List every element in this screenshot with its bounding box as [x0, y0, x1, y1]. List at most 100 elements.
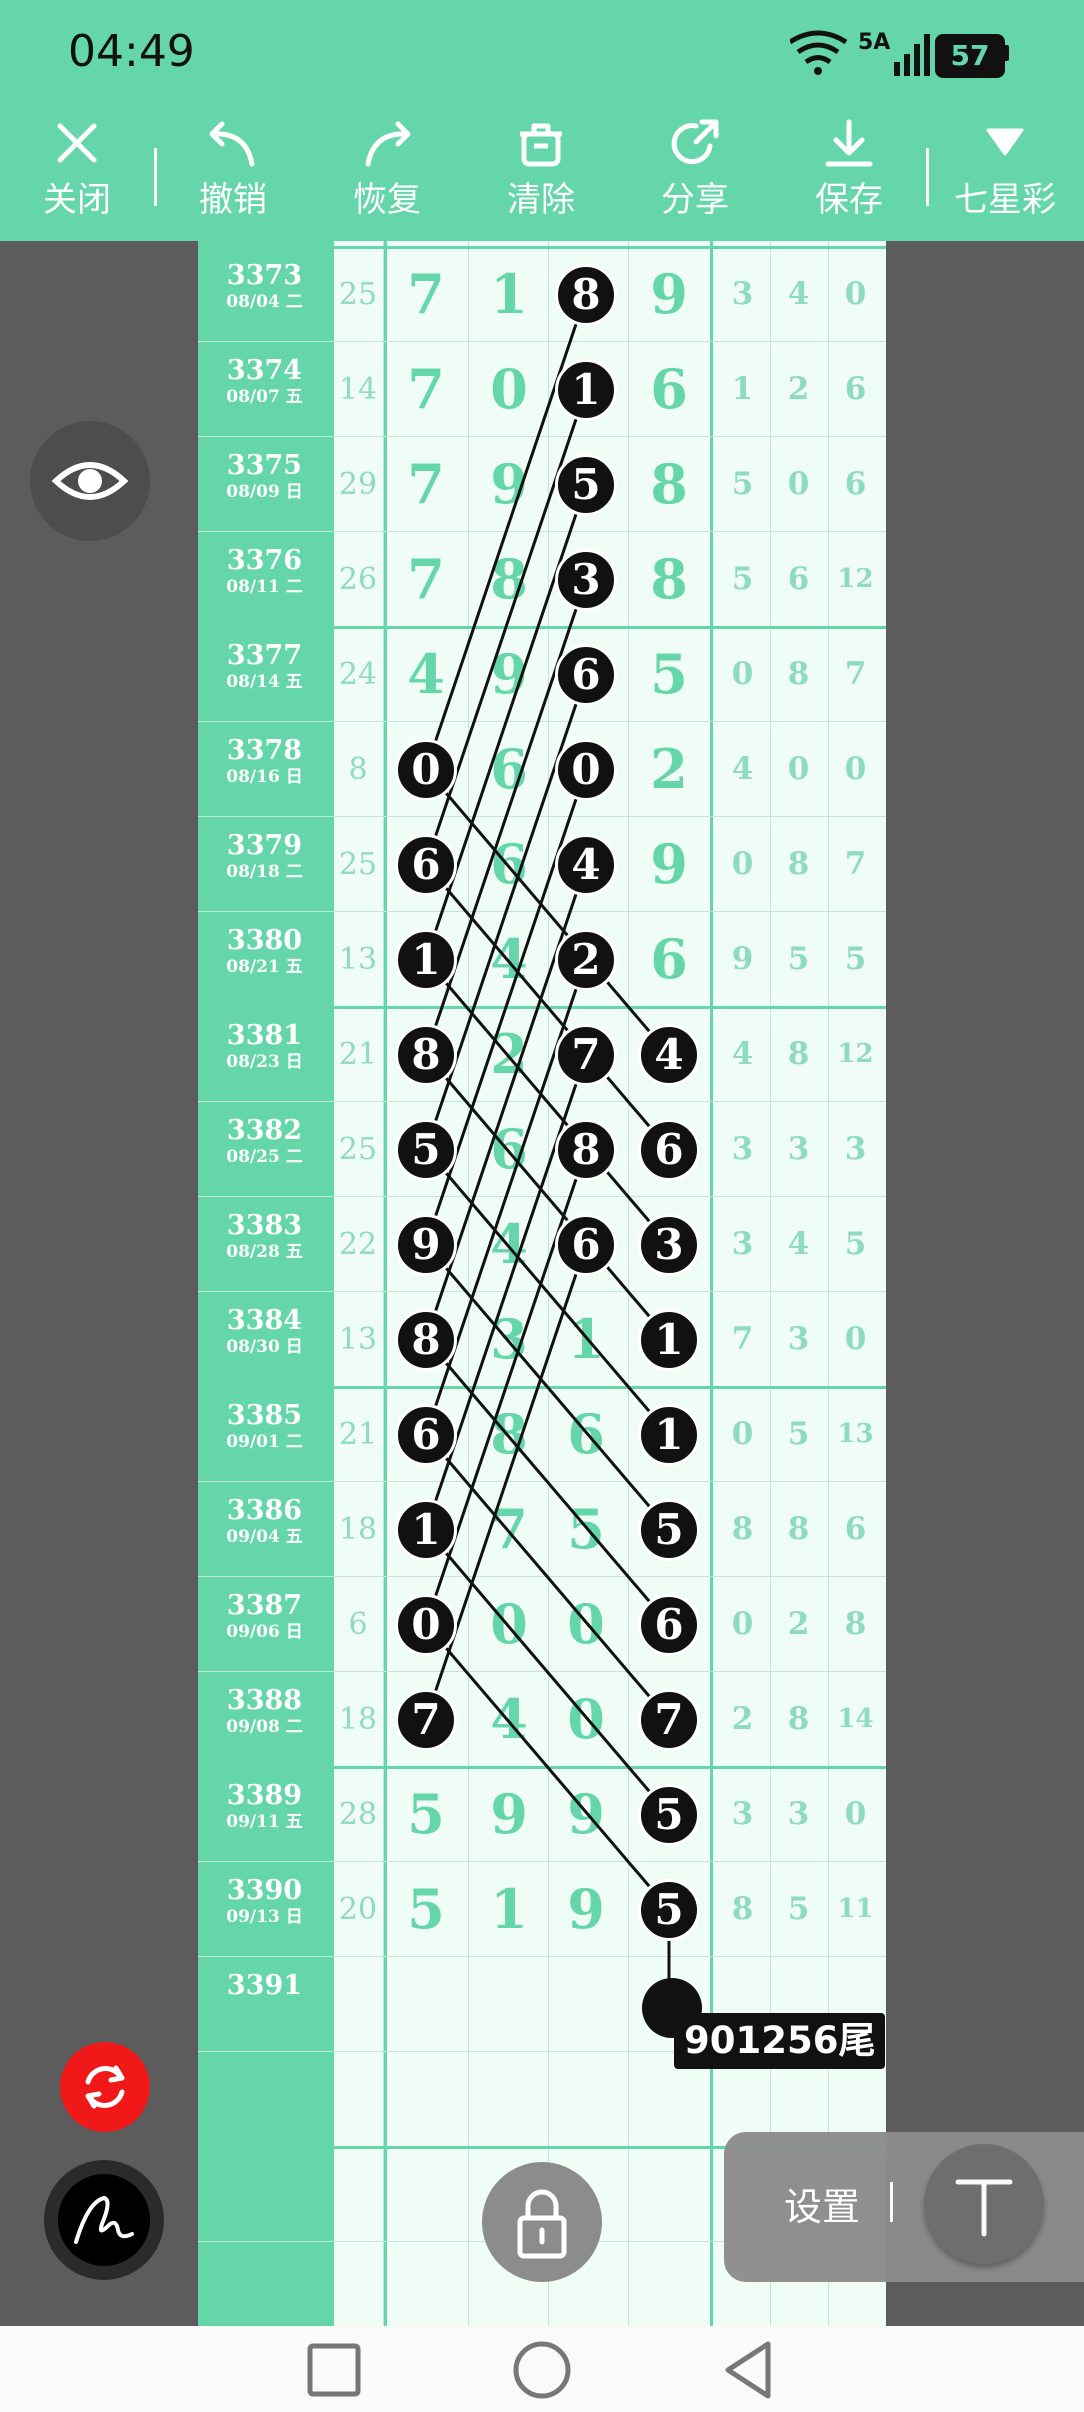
trend-line: [424, 769, 588, 1245]
undo-icon: [209, 121, 255, 167]
eye-icon: [51, 462, 129, 500]
highlight-ball: 0: [395, 1593, 457, 1656]
lottery-type-label: 七星彩: [954, 180, 1056, 220]
highlight-ball: 6: [555, 1213, 617, 1276]
highlight-ball: 0: [555, 738, 617, 801]
trend-line: [424, 1623, 671, 1911]
highlight-ball: 2: [555, 928, 617, 991]
highlight-ball: 1: [638, 1403, 700, 1466]
trend-line: [424, 1053, 671, 1341]
refresh-button[interactable]: [60, 2042, 150, 2132]
highlight-ball: 6: [395, 833, 457, 896]
redo-label: 恢复: [353, 180, 421, 220]
trend-line: [424, 294, 588, 770]
trend-line: [424, 959, 588, 1435]
highlight-ball: 8: [555, 263, 617, 326]
download-icon: [825, 119, 873, 167]
text-tool-icon: [955, 2179, 1013, 2237]
highlight-ball: 8: [395, 1023, 457, 1086]
share-button[interactable]: 分享: [630, 118, 760, 228]
highlight-ball: 8: [395, 1308, 457, 1371]
save-label: 保存: [815, 180, 883, 220]
highlight-ball: 5: [395, 1118, 457, 1181]
draw-mode-button[interactable]: [44, 2160, 164, 2280]
redo-button[interactable]: 恢复: [322, 118, 452, 228]
triangle-down-icon: [986, 128, 1024, 156]
settings-divider: [890, 2182, 893, 2222]
highlight-ball: 6: [395, 1403, 457, 1466]
trend-line: [424, 1244, 588, 1720]
save-button[interactable]: 保存: [784, 118, 914, 228]
top-bar: 04:49 5A 57 关闭 撤销 恢复 清除 分享 保存 七星彩: [0, 0, 1084, 241]
highlight-ball: 5: [638, 1878, 700, 1941]
share-icon: [671, 119, 719, 165]
trend-line: [424, 768, 671, 1056]
clear-label: 清除: [507, 180, 575, 220]
clear-button[interactable]: 清除: [476, 118, 606, 228]
system-nav-bar: [0, 2326, 1084, 2412]
toolbar-divider: [154, 148, 157, 206]
network-type: 5A: [858, 30, 891, 55]
trash-icon: [520, 123, 562, 167]
visibility-toggle-button[interactable]: [30, 421, 150, 541]
highlight-ball: 3: [638, 1213, 700, 1276]
trend-line: [424, 1148, 671, 1436]
trend-line: [424, 1338, 671, 1626]
highlight-ball: 5: [555, 453, 617, 516]
undo-button[interactable]: 撤销: [168, 118, 298, 228]
text-tool-button[interactable]: [924, 2144, 1044, 2264]
home-icon[interactable]: [510, 2338, 574, 2402]
battery-nub: [1003, 45, 1009, 61]
battery-icon: 57: [935, 34, 1005, 78]
redo-icon: [365, 121, 411, 167]
undo-label: 撤销: [199, 180, 267, 220]
highlight-ball: 5: [638, 1498, 700, 1561]
share-label: 分享: [661, 180, 729, 220]
highlight-ball: 6: [555, 643, 617, 706]
settings-panel: 设置: [724, 2132, 1084, 2282]
close-icon: [57, 123, 97, 163]
trend-line: [424, 389, 588, 865]
trend-line: [424, 1149, 588, 1625]
toolbar-divider: [926, 148, 929, 206]
trend-line: [424, 579, 588, 1055]
highlight-ball: 3: [555, 548, 617, 611]
tail-label: 901256尾: [674, 2013, 886, 2069]
trend-line: [424, 1528, 671, 1816]
highlight-ball: 6: [638, 1593, 700, 1656]
trend-line: [424, 1054, 588, 1530]
trend-line: [424, 484, 588, 960]
recent-apps-icon[interactable]: [302, 2338, 366, 2402]
close-label: 关闭: [43, 180, 111, 220]
trend-line: [424, 1433, 671, 1721]
highlight-ball: 0: [395, 738, 457, 801]
highlight-ball: 4: [555, 833, 617, 896]
highlight-ball: 7: [555, 1023, 617, 1086]
trend-line: [424, 863, 671, 1151]
signature-icon: [74, 2195, 134, 2244]
highlight-ball: 7: [638, 1688, 700, 1751]
refresh-icon: [85, 2065, 125, 2109]
highlight-ball: 8: [555, 1118, 617, 1181]
lock-button[interactable]: [482, 2162, 602, 2282]
highlight-ball: 9: [395, 1213, 457, 1276]
back-icon[interactable]: [718, 2338, 782, 2402]
draw-button-face: [58, 2174, 150, 2266]
trend-line: [424, 1243, 671, 1531]
highlight-ball: 4: [638, 1023, 700, 1086]
lock-icon: [517, 2189, 567, 2259]
highlight-ball: 6: [638, 1118, 700, 1181]
trend-line: [424, 958, 671, 1246]
highlight-ball: 1: [555, 358, 617, 421]
highlight-ball: 1: [395, 928, 457, 991]
highlight-ball: 1: [395, 1498, 457, 1561]
trend-line: [424, 864, 588, 1340]
close-button[interactable]: 关闭: [12, 118, 142, 228]
lottery-type-dropdown[interactable]: 七星彩: [940, 118, 1070, 228]
highlight-ball: 7: [395, 1688, 457, 1751]
status-time: 04:49: [68, 26, 195, 77]
settings-button[interactable]: 设置: [784, 2176, 860, 2231]
trend-line: [424, 674, 588, 1150]
highlight-ball: 5: [638, 1783, 700, 1846]
highlight-ball: 1: [638, 1308, 700, 1371]
